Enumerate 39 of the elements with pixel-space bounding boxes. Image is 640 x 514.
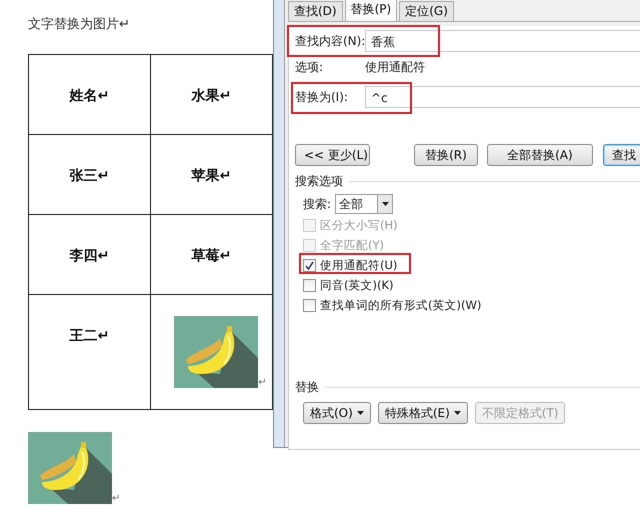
dialog-button[interactable]: << 更少(L)	[295, 144, 370, 166]
tab[interactable]: 替换(P)	[344, 0, 398, 21]
input-field[interactable]: ^c	[365, 86, 640, 108]
checkbox-label: 使用通配符(U)	[320, 258, 398, 272]
table-cell-text: 姓名↵	[70, 87, 110, 105]
dialog-button[interactable]: 全部替换(A)	[486, 144, 593, 166]
group-title: 替换	[295, 378, 319, 396]
checkbox[interactable]	[303, 258, 316, 272]
paragraph-mark: ↵	[112, 494, 120, 504]
field-label: 替换为(I):	[295, 88, 349, 106]
checkbox[interactable]	[303, 298, 316, 312]
group-title: 搜索选项	[295, 172, 343, 190]
field-label: 搜索:	[303, 196, 332, 212]
option-label: 选项:	[295, 58, 324, 76]
checkbox-label: 查找单词的所有形式(英文)(W)	[320, 298, 482, 312]
dialog-button[interactable]: 替换(R)	[414, 144, 478, 166]
checkbox[interactable]	[303, 278, 316, 292]
field-label: 查找内容(N):	[295, 32, 365, 50]
dialog-button[interactable]: 格式(O)	[303, 402, 371, 424]
table-cell-text: 水果↵	[192, 87, 232, 105]
table-cell-text: 苹果↵	[192, 167, 232, 185]
table-cell-text: 李四↵	[70, 247, 110, 265]
tab[interactable]: 定位(G)	[399, 1, 454, 21]
document-text: 文字替换为图片↵	[28, 16, 131, 34]
dialog-button[interactable]: 特殊格式(E)	[378, 402, 468, 424]
table-cell-text: 草莓↵	[192, 247, 232, 265]
caret-icon[interactable]	[377, 195, 392, 213]
input-field[interactable]: 香蕉	[365, 30, 640, 52]
dialog-button: 不限定格式(T)	[474, 402, 566, 424]
table-cell-text: 张三↵	[70, 167, 110, 185]
dialog-button[interactable]: 查找	[602, 144, 640, 166]
option-value: 使用通配符	[365, 58, 425, 76]
tab[interactable]: 查找(D)	[288, 1, 343, 21]
paragraph-mark: ↵	[258, 378, 267, 388]
checkbox-label: 同音(英文)(K)	[320, 278, 394, 292]
checkbox-label: 全字匹配(Y)	[320, 238, 384, 252]
checkbox-label: 区分大小写(H)	[320, 218, 398, 232]
dropdown[interactable]: 全部	[335, 194, 394, 214]
table-cell-text: 王二↵	[70, 327, 110, 345]
